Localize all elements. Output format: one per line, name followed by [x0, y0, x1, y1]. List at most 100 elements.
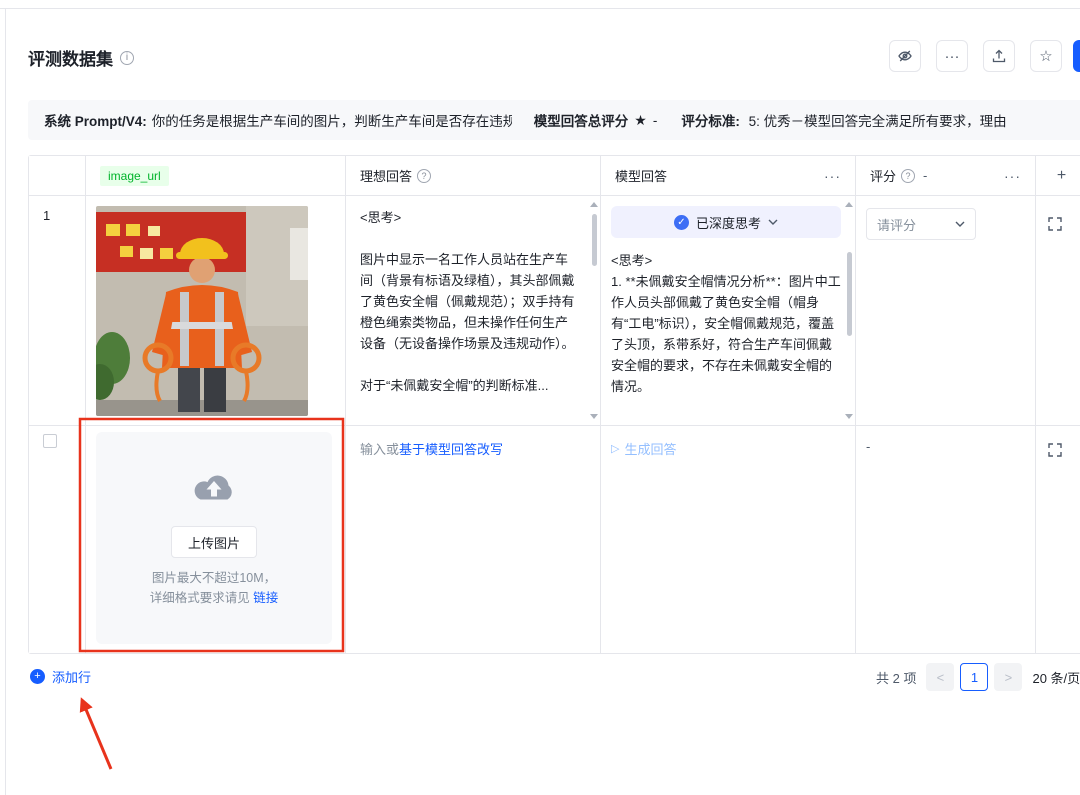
- model-paragraph: <思考>: [611, 253, 653, 268]
- row-checkbox[interactable]: [43, 434, 57, 448]
- more-actions-button[interactable]: ···: [936, 40, 968, 72]
- add-row-button[interactable]: + 添加行: [30, 667, 91, 686]
- total-score-group: 模型回答总评分 ★ -: [534, 110, 658, 130]
- chevron-down-icon: [768, 219, 778, 225]
- model-column-more-button[interactable]: ···: [824, 168, 841, 184]
- star-filled-icon: ★: [634, 111, 647, 128]
- add-row-label: 添加行: [52, 670, 92, 685]
- score-label: 评分: [870, 169, 897, 184]
- row2-index-cell: [29, 426, 86, 653]
- prompt-label: 系统 Prompt/V4:: [44, 114, 147, 129]
- more-icon: ···: [944, 47, 960, 65]
- scroll-down-arrow[interactable]: [845, 414, 853, 419]
- model-answer-label: 模型回答: [615, 169, 668, 184]
- eye-off-icon: [898, 50, 912, 62]
- favorite-button[interactable]: ☆: [1030, 40, 1062, 72]
- info-icon[interactable]: i: [120, 50, 134, 65]
- upload-hint-line1: 图片最大不超过10M，: [151, 571, 277, 585]
- expand-row-button[interactable]: [1046, 216, 1064, 234]
- rewrite-from-model-link[interactable]: 基于模型回答改写: [399, 442, 503, 457]
- expand-icon: [1048, 217, 1062, 231]
- scroll-down-arrow[interactable]: [590, 414, 598, 419]
- star-icon: ☆: [1039, 47, 1053, 65]
- score-select[interactable]: 请评分: [866, 208, 976, 240]
- generate-answer-label: 生成回答: [624, 442, 677, 457]
- row2-model-cell: ▷ 生成回答: [601, 426, 856, 653]
- upload-hint: 图片最大不超过10M， 详细格式要求请见 链接: [150, 568, 279, 608]
- header-ideal-answer: 理想回答 ?: [346, 156, 601, 196]
- upload-icon: [992, 49, 1006, 63]
- row2-score-cell: -: [856, 426, 1036, 653]
- header-image-url: image_url: [86, 156, 346, 196]
- expand-icon: [1048, 443, 1062, 457]
- table-grid: image_url 理想回答 ? 模型回答 ··· 评分 ? - ··· + 1…: [29, 156, 1080, 653]
- ideal-answer-text: <思考> 图片中显示一名工作人员站在生产车间（背景有标语及绿植），其头部佩戴了黄…: [346, 196, 600, 396]
- total-count: 共 2 项: [876, 670, 917, 686]
- question-icon[interactable]: ?: [417, 168, 432, 183]
- generate-answer-button[interactable]: ▷ 生成回答: [611, 439, 676, 458]
- play-icon: ▷: [611, 443, 620, 455]
- page-size-select[interactable]: 20 条/页: [1032, 668, 1080, 687]
- page-title: 评测数据集: [28, 50, 113, 69]
- image-url-tag: image_url: [100, 165, 169, 186]
- primary-button-partial[interactable]: [1073, 40, 1080, 72]
- deep-think-label: 已深度思考: [695, 215, 761, 231]
- ideal-answer-placeholder: 输入或基于模型回答改写: [346, 426, 600, 471]
- score-empty-value: -: [866, 439, 871, 454]
- criteria-text: 5: 优秀－模型回答完全满足所有要求，理由: [748, 114, 1007, 129]
- score-select-placeholder: 请评分: [877, 217, 917, 233]
- row1-ideal-cell[interactable]: <思考> 图片中显示一名工作人员站在生产车间（背景有标语及绿植），其头部佩戴了黄…: [346, 196, 601, 426]
- upload-hint-text: 详细格式要求请见: [149, 591, 250, 605]
- score-question-icon[interactable]: ?: [901, 168, 916, 183]
- row1-score-cell: 请评分: [856, 196, 1036, 426]
- export-button[interactable]: [983, 40, 1015, 72]
- pagination: 共 2 项 < 1 > 20 条/页: [876, 663, 1080, 691]
- scroll-up-arrow[interactable]: [590, 202, 598, 207]
- header-add-column: +: [1036, 156, 1080, 196]
- total-score-value: -: [652, 112, 658, 128]
- header-index-cell: [29, 156, 86, 196]
- toolbar: ··· ☆: [889, 40, 1062, 72]
- placeholder-text: 输入或: [360, 442, 400, 457]
- expand-row-button[interactable]: [1046, 442, 1064, 460]
- prompt-text: 你的任务是根据生产车间的图片，判断生产车间是否存在违规操...: [151, 114, 512, 129]
- page-1-button[interactable]: 1: [960, 663, 989, 691]
- total-score-label: 模型回答总评分: [533, 114, 629, 129]
- page-header: 评测数据集 i: [28, 45, 134, 70]
- row1-model-cell: ✓ 已深度思考 <思考> 1. **未佩戴安全帽情况分析**：图片中工作人员头部…: [601, 196, 856, 426]
- criteria-label: 评分标准:: [681, 114, 740, 129]
- image-upload-dropzone[interactable]: 上传图片 图片最大不超过10M， 详细格式要求请见 链接: [96, 432, 332, 644]
- model-paragraph: 1. **未佩戴安全帽情况分析**：图片中工作人员头部佩戴了黄色安全帽（帽身有“…: [611, 274, 841, 394]
- prev-page-button[interactable]: <: [926, 663, 955, 691]
- ideal-paragraph: <思考>: [360, 210, 402, 225]
- next-page-button[interactable]: >: [994, 663, 1023, 691]
- upload-image-button[interactable]: 上传图片: [170, 526, 257, 558]
- system-prompt-banner: 系统 Prompt/V4: 你的任务是根据生产车间的图片，判断生产车间是否存在违…: [28, 100, 1080, 140]
- plus-icon: +: [30, 669, 45, 684]
- score-column-more-button[interactable]: ···: [1004, 168, 1021, 184]
- row-index: 1: [43, 208, 51, 223]
- scrollbar-thumb[interactable]: [592, 214, 597, 266]
- dataset-table: image_url 理想回答 ? 模型回答 ··· 评分 ? - ··· + 1…: [28, 155, 1080, 654]
- upload-hint-line2: 详细格式要求请见 链接: [150, 588, 279, 608]
- header-model-answer: 模型回答 ···: [601, 156, 856, 196]
- model-answer-content: ✓ 已深度思考 <思考> 1. **未佩戴安全帽情况分析**：图片中工作人员头部…: [601, 196, 855, 397]
- hide-columns-button[interactable]: [889, 40, 921, 72]
- score-header-group: 评分 ? -: [870, 166, 927, 185]
- row2-image-cell: 上传图片 图片最大不超过10M， 详细格式要求请见 链接: [86, 426, 346, 653]
- header-score: 评分 ? - ···: [856, 156, 1036, 196]
- scrollbar-thumb[interactable]: [847, 252, 852, 336]
- worker-photo[interactable]: [96, 206, 308, 416]
- format-requirements-link[interactable]: 链接: [253, 591, 278, 605]
- add-column-button[interactable]: +: [1057, 167, 1066, 185]
- deep-think-toggle[interactable]: ✓ 已深度思考: [611, 206, 841, 238]
- row1-image-cell: [86, 196, 346, 426]
- row2-ideal-cell[interactable]: 输入或基于模型回答改写: [346, 426, 601, 653]
- annotation-arrow: [79, 697, 113, 770]
- row2-expand-cell: [1036, 426, 1080, 653]
- ideal-paragraph: 图片中显示一名工作人员站在生产车间（背景有标语及绿植），其头部佩戴了黄色安全帽（…: [360, 252, 575, 351]
- row1-index-cell: 1: [29, 196, 86, 426]
- check-circle-icon: ✓: [673, 214, 689, 230]
- ideal-paragraph: 对于“未佩戴安全帽”的判断标准...: [360, 378, 549, 393]
- scroll-up-arrow[interactable]: [845, 202, 853, 207]
